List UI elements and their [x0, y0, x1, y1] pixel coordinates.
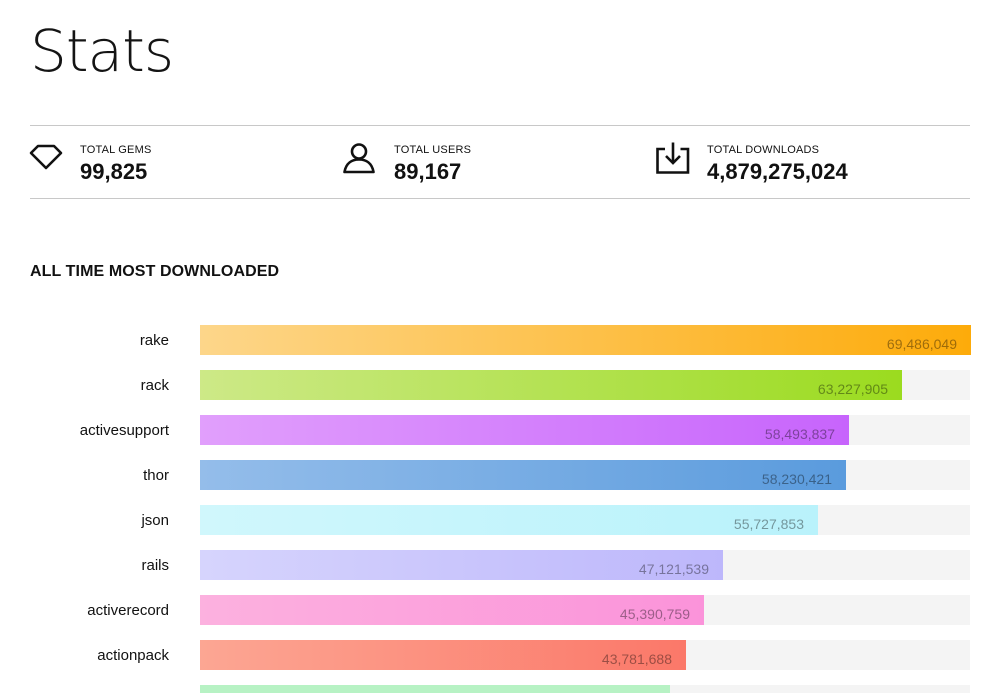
downloads-bar-chart: rake 69,486,049 rack 63,227,905 activesuppor…: [0, 0, 1002, 693]
bar-track-thor: [200, 460, 970, 490]
user-icon: [342, 142, 378, 178]
section-title: ALL TIME MOST DOWNLOADED: [30, 263, 280, 280]
stat-label: TOTAL DOWNLOADS: [707, 144, 820, 156]
bar-thor: [200, 460, 846, 490]
bar-track-rake: [200, 325, 970, 355]
bar-track-json: [200, 505, 970, 535]
value-label-actionpack: 43,781,688: [602, 651, 672, 667]
bar-track-rails: [200, 550, 970, 580]
page-title: Stats: [30, 17, 174, 85]
bar-rack: [200, 370, 902, 400]
value-label-json: 55,727,853: [734, 516, 804, 532]
bar-partial: [200, 685, 670, 693]
value-label-rack: 63,227,905: [818, 381, 888, 397]
value-label-rails: 47,121,539: [639, 561, 709, 577]
chart-canvas: rake 69,486,049 rack 63,227,905 activesuppor…: [80, 325, 971, 693]
category-label-actionpack: actionpack: [97, 647, 169, 664]
bar-track-rack: [200, 370, 970, 400]
value-label-rake: 69,486,049: [887, 336, 957, 352]
bar-track-actionpack: [200, 640, 970, 670]
category-label-json: json: [140, 512, 169, 529]
value-label-thor: 58,230,421: [762, 471, 832, 487]
bar-json: [200, 505, 818, 535]
category-label-activesupport: activesupport: [80, 422, 170, 439]
bar-track-activesupport: [200, 415, 970, 445]
value-label-activerecord: 45,390,759: [620, 606, 690, 622]
gem-icon: [28, 142, 64, 178]
category-label-thor: thor: [143, 467, 169, 484]
stat-value: 4,879,275,024: [707, 159, 848, 184]
stat-label: TOTAL GEMS: [80, 144, 152, 156]
stat-value: 89,167: [394, 159, 462, 184]
stat-label: TOTAL USERS: [394, 144, 472, 156]
bar-rake: [200, 325, 971, 355]
download-icon: [655, 142, 691, 178]
category-label-rake: rake: [140, 332, 169, 349]
bar-rails: [200, 550, 723, 580]
divider: [30, 198, 970, 199]
category-label-activerecord: activerecord: [87, 602, 169, 619]
value-label-activesupport: 58,493,837: [765, 426, 835, 442]
bar-actionpack: [200, 640, 686, 670]
bar-track-activerecord: [200, 595, 970, 625]
category-label-rails: rails: [141, 557, 169, 574]
stat-value: 99,825: [80, 159, 148, 184]
divider: [30, 125, 970, 126]
bar-activerecord: [200, 595, 704, 625]
bar-track-partial: [200, 685, 970, 693]
category-label-rack: rack: [141, 377, 170, 394]
bar-activesupport: [200, 415, 849, 445]
